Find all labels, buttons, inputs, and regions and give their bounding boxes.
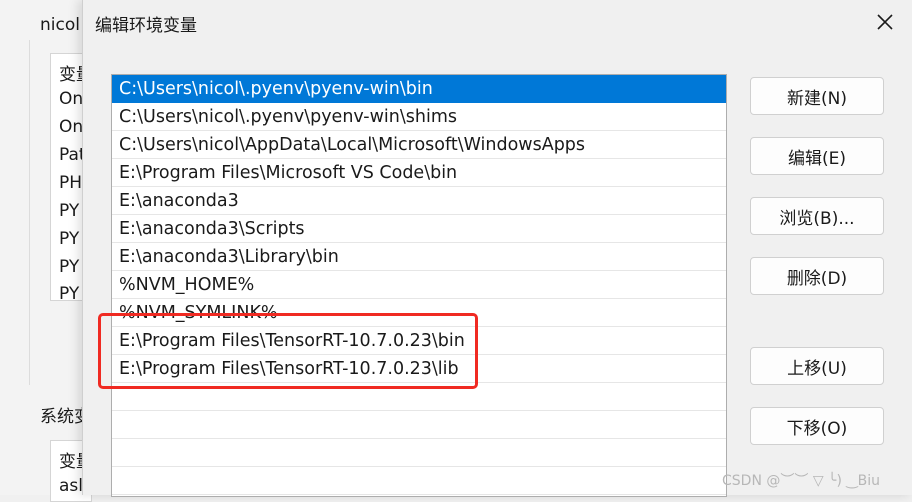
list-item[interactable]: PY [59,229,79,249]
list-item[interactable]: PH [59,173,82,193]
close-button[interactable] [861,0,909,44]
path-row[interactable]: E:\Program Files\TensorRT-10.7.0.23\lib [112,355,726,383]
path-text: C:\Users\nicol\.pyenv\pyenv-win\bin [119,79,433,99]
path-row[interactable]: C:\Users\nicol\.pyenv\pyenv-win\shims [112,103,726,131]
list-item[interactable]: asl [59,476,83,496]
list-item[interactable]: PY [59,201,79,221]
list-item[interactable]: PY [59,284,79,300]
edit-env-variable-dialog: 编辑环境变量 C:\Users\nicol\.pyenv\pyenv-win\b… [82,0,912,497]
path-row[interactable]: %NVM_SYMLINK% [112,299,726,327]
empty-row[interactable] [112,467,726,495]
path-text: E:\Program Files\Microsoft VS Code\bin [119,163,458,183]
path-list[interactable]: C:\Users\nicol\.pyenv\pyenv-win\bin C:\U… [111,74,727,497]
close-icon [877,14,893,30]
path-text: %NVM_HOME% [119,275,255,295]
list-item[interactable]: On [59,117,83,137]
path-row[interactable]: C:\Users\nicol\AppData\Local\Microsoft\W… [112,131,726,159]
path-text: E:\anaconda3\Library\bin [119,247,339,267]
path-row[interactable]: E:\anaconda3\Library\bin [112,243,726,271]
move-down-button[interactable]: 下移(O) [750,407,884,445]
path-row[interactable]: E:\anaconda3 [112,187,726,215]
path-text: %NVM_SYMLINK% [119,303,278,323]
browse-button[interactable]: 浏览(B)... [750,197,884,235]
path-row[interactable]: E:\Program Files\Microsoft VS Code\bin [112,159,726,187]
path-text: E:\anaconda3\Scripts [119,219,305,239]
list-item[interactable]: PY [59,257,79,277]
path-row[interactable]: C:\Users\nicol\.pyenv\pyenv-win\bin [112,75,726,103]
path-text: E:\anaconda3 [119,191,239,211]
dialog-title: 编辑环境变量 [95,16,197,36]
path-text: E:\Program Files\TensorRT-10.7.0.23\bin [119,331,465,351]
path-text: C:\Users\nicol\AppData\Local\Microsoft\W… [119,135,586,155]
path-row[interactable]: %NVM_HOME% [112,271,726,299]
empty-row[interactable] [112,439,726,467]
path-text: C:\Users\nicol\.pyenv\pyenv-win\shims [119,107,458,127]
path-text: E:\Program Files\TensorRT-10.7.0.23\lib [119,359,459,379]
delete-button[interactable]: 删除(D) [750,257,884,295]
edit-button[interactable]: 编辑(E) [750,137,884,175]
user-variables-label: nicol [40,15,80,35]
empty-row[interactable] [112,411,726,439]
new-button[interactable]: 新建(N) [750,77,884,115]
move-up-button[interactable]: 上移(U) [750,347,884,385]
path-row[interactable]: E:\Program Files\TensorRT-10.7.0.23\bin [112,327,726,355]
empty-row[interactable] [112,383,726,411]
group-border [29,40,30,385]
path-row[interactable]: E:\anaconda3\Scripts [112,215,726,243]
title-bar[interactable]: 编辑环境变量 [83,0,912,46]
list-item[interactable]: On [59,89,83,109]
